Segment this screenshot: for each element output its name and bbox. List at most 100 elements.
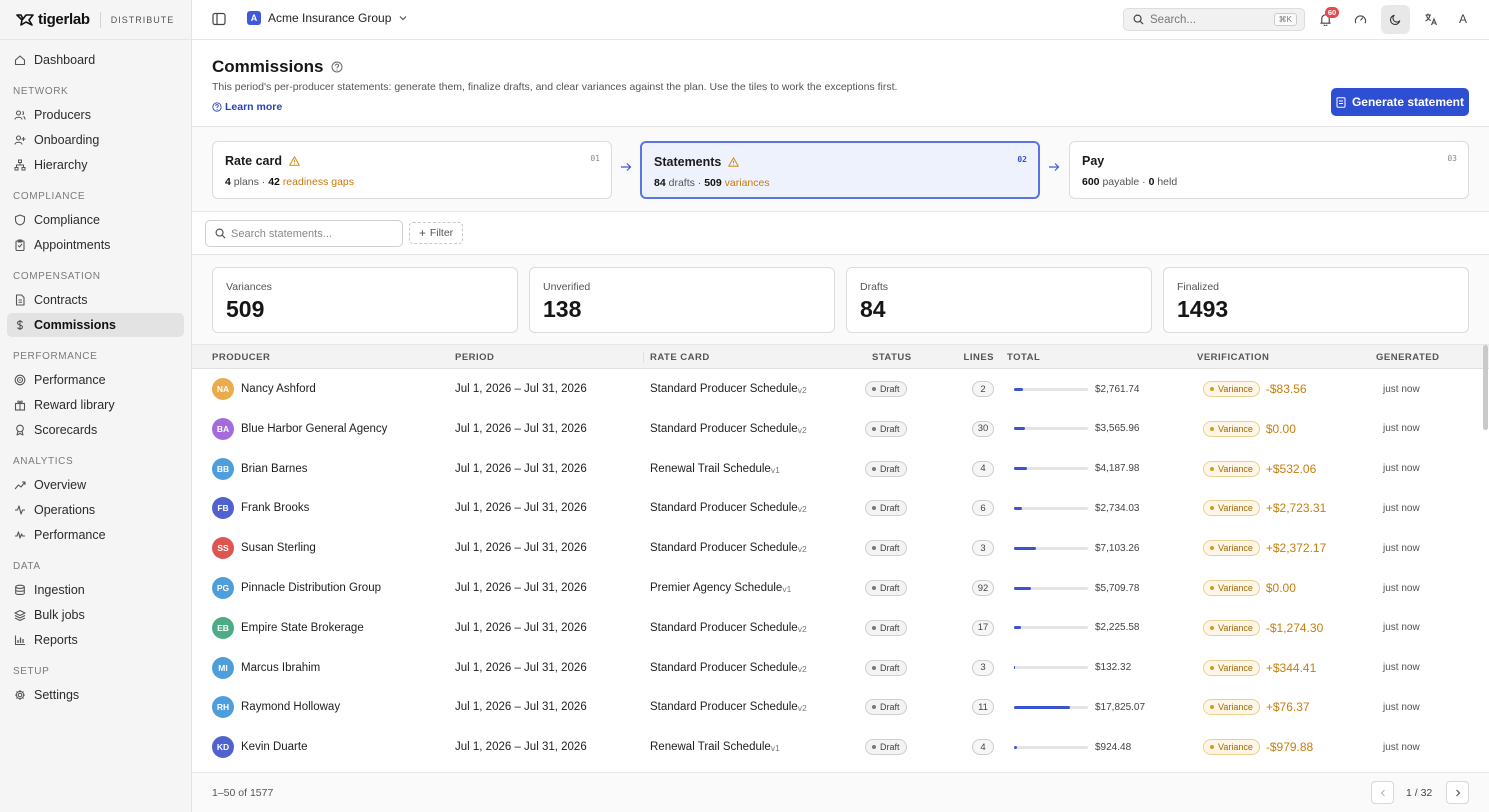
- variance-badge[interactable]: Variance: [1203, 500, 1260, 517]
- sidebar-item-contracts[interactable]: Contracts: [7, 288, 184, 312]
- table-row[interactable]: RH Raymond Holloway Jul 1, 2026 – Jul 31…: [192, 687, 1489, 727]
- producer-name[interactable]: Pinnacle Distribution Group: [241, 582, 381, 594]
- variance-badge[interactable]: Variance: [1203, 381, 1260, 397]
- variance-badge[interactable]: Variance: [1203, 580, 1260, 596]
- rate-card-name[interactable]: Premier Agency Schedule: [650, 582, 782, 594]
- column-header-total[interactable]: TOTAL: [1007, 352, 1040, 363]
- producer-name[interactable]: Kevin Duarte: [241, 741, 307, 753]
- sidebar-item-hierarchy[interactable]: Hierarchy: [7, 153, 184, 177]
- column-header-lines[interactable]: LINES: [952, 352, 994, 363]
- status-cell: Draft: [865, 648, 907, 688]
- kpi-variances[interactable]: Variances 509: [212, 267, 518, 333]
- variance-badge[interactable]: Variance: [1203, 619, 1260, 636]
- user-menu[interactable]: A: [1459, 12, 1467, 26]
- table-row[interactable]: BB Brian Barnes Jul 1, 2026 – Jul 31, 20…: [192, 449, 1489, 489]
- producer-name[interactable]: Susan Sterling: [241, 542, 316, 554]
- user-plus-icon: [14, 135, 26, 145]
- sidebar-item-bulk-jobs[interactable]: Bulk jobs: [7, 603, 184, 627]
- column-header-producer[interactable]: PRODUCER: [212, 352, 270, 363]
- variance-badge[interactable]: Variance: [1203, 460, 1260, 477]
- rate-card-version: v2: [797, 663, 807, 674]
- sidebar-toggle-icon[interactable]: [212, 12, 226, 26]
- producer-name[interactable]: Empire State Brokerage: [241, 622, 364, 634]
- language-button[interactable]: [1423, 11, 1439, 27]
- column-header-generated[interactable]: GENERATED: [1376, 352, 1439, 363]
- learn-more-link[interactable]: Learn more: [212, 101, 282, 113]
- kpi-unverified[interactable]: Unverified 138: [529, 267, 835, 333]
- sidebar-item-performance[interactable]: Performance: [7, 523, 184, 547]
- sidebar-item-performance[interactable]: Performance: [7, 368, 184, 392]
- filter-button[interactable]: + Filter: [409, 222, 463, 244]
- kpi-finalized[interactable]: Finalized 1493: [1163, 267, 1469, 333]
- rate-card-name[interactable]: Standard Producer Schedule: [650, 662, 798, 674]
- generate-statement-button[interactable]: Generate statement: [1331, 88, 1469, 116]
- status-badge: Draft: [865, 381, 907, 397]
- gift-icon: [14, 400, 26, 411]
- variance-badge[interactable]: Variance: [1203, 699, 1260, 716]
- table-scrollbar[interactable]: [1483, 345, 1488, 430]
- producer-name[interactable]: Brian Barnes: [241, 463, 307, 475]
- sidebar-item-producers[interactable]: Producers: [7, 103, 184, 127]
- column-header-period[interactable]: PERIOD: [455, 352, 494, 363]
- variance-badge[interactable]: Variance: [1203, 739, 1260, 756]
- table-row[interactable]: FB Frank Brooks Jul 1, 2026 – Jul 31, 20…: [192, 488, 1489, 528]
- sidebar-item-reports[interactable]: Reports: [7, 628, 184, 652]
- theme-toggle-button[interactable]: [1381, 5, 1410, 34]
- table-row[interactable]: PG Pinnacle Distribution Group Jul 1, 20…: [192, 568, 1489, 608]
- sidebar-item-ingestion[interactable]: Ingestion: [7, 578, 184, 602]
- table-row[interactable]: NA Nancy Ashford Jul 1, 2026 – Jul 31, 2…: [192, 369, 1489, 409]
- sidebar-item-scorecards[interactable]: Scorecards: [7, 418, 184, 442]
- variance-badge[interactable]: Variance: [1203, 540, 1260, 557]
- stage-statements[interactable]: Statements 02 84 drafts · 509 variances: [640, 141, 1040, 199]
- table-row[interactable]: EB Empire State Brokerage Jul 1, 2026 – …: [192, 608, 1489, 648]
- sidebar-item-operations[interactable]: Operations: [7, 498, 184, 522]
- rate-card-name[interactable]: Standard Producer Schedule: [650, 502, 798, 514]
- total-bar: [1014, 427, 1088, 431]
- rate-card-name[interactable]: Standard Producer Schedule: [650, 622, 798, 634]
- sidebar-item-settings[interactable]: Settings: [7, 683, 184, 707]
- rate-card-name[interactable]: Renewal Trail Schedule: [650, 741, 771, 753]
- column-header-verification[interactable]: VERIFICATION: [1197, 352, 1269, 363]
- avatar: FB: [212, 497, 234, 520]
- producer-name[interactable]: Raymond Holloway: [241, 701, 340, 713]
- sidebar-item-dashboard[interactable]: Dashboard: [7, 48, 184, 72]
- table-row[interactable]: BA Blue Harbor General Agency Jul 1, 202…: [192, 409, 1489, 449]
- org-switcher[interactable]: A Acme Insurance Group: [247, 11, 407, 25]
- sidebar-item-reward-library[interactable]: Reward library: [7, 393, 184, 417]
- sidebar-item-overview[interactable]: Overview: [7, 473, 184, 497]
- rate-card-name[interactable]: Standard Producer Schedule: [650, 701, 798, 713]
- variance-badge[interactable]: Variance: [1203, 659, 1260, 676]
- table-row[interactable]: KD Kevin Duarte Jul 1, 2026 – Jul 31, 20…: [192, 727, 1489, 767]
- help-icon[interactable]: [331, 61, 343, 73]
- brand[interactable]: tigerlab DISTRIBUTE: [0, 0, 191, 40]
- sidebar-item-compliance[interactable]: Compliance: [7, 208, 184, 232]
- table-row[interactable]: SS Susan Sterling Jul 1, 2026 – Jul 31, …: [192, 528, 1489, 568]
- workflow-pipeline: Rate card 01 4 plans · 42 readiness gaps…: [192, 126, 1489, 212]
- stage-rate-card[interactable]: Rate card 01 4 plans · 42 readiness gaps: [212, 141, 612, 199]
- table-row[interactable]: MI Marcus Ibrahim Jul 1, 2026 – Jul 31, …: [192, 648, 1489, 688]
- producer-name[interactable]: Nancy Ashford: [241, 383, 316, 395]
- statement-search-input[interactable]: Search statements...: [205, 220, 403, 247]
- rate-card-name[interactable]: Standard Producer Schedule: [650, 383, 798, 395]
- sidebar-item-commissions[interactable]: Commissions: [7, 313, 184, 337]
- variance-badge[interactable]: Variance: [1203, 420, 1260, 437]
- column-header-rate-card[interactable]: RATE CARD: [643, 352, 710, 363]
- producer-name[interactable]: Frank Brooks: [241, 502, 309, 514]
- sidebar-item-appointments[interactable]: Appointments: [7, 233, 184, 257]
- global-search[interactable]: Search... ⌘K: [1123, 8, 1305, 31]
- column-header-status[interactable]: STATUS: [872, 352, 912, 363]
- next-page-button[interactable]: [1446, 781, 1469, 804]
- rate-card-name[interactable]: Standard Producer Schedule: [650, 542, 798, 554]
- kpi-drafts[interactable]: Drafts 84: [846, 267, 1152, 333]
- speed-button[interactable]: [1352, 11, 1368, 27]
- producer-name[interactable]: Marcus Ibrahim: [241, 662, 320, 674]
- previous-page-button[interactable]: [1371, 781, 1394, 804]
- sidebar-item-onboarding[interactable]: Onboarding: [7, 128, 184, 152]
- notifications-button[interactable]: 60: [1317, 7, 1339, 27]
- rate-card-name[interactable]: Standard Producer Schedule: [650, 423, 798, 435]
- rate-card-name[interactable]: Renewal Trail Schedule: [650, 463, 771, 475]
- status-label: Draft: [880, 543, 900, 554]
- generated-cell: just now: [1383, 568, 1420, 608]
- producer-name[interactable]: Blue Harbor General Agency: [241, 423, 387, 435]
- stage-pay[interactable]: Pay 03 600 payable · 0 held: [1069, 141, 1469, 199]
